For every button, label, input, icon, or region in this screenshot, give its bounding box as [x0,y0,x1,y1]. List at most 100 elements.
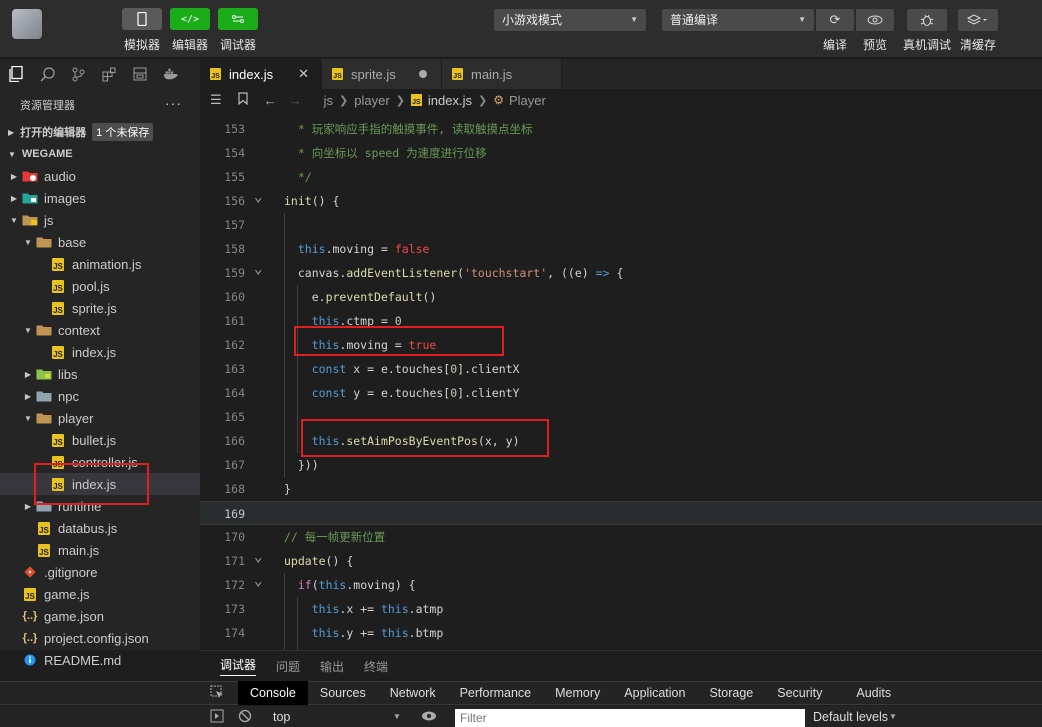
more-icon[interactable]: ··· [165,95,182,111]
tree-item[interactable]: ▼ context [0,319,200,341]
code-line[interactable]: 163 const x = e.touches[0].clientX [200,357,1042,381]
tree-item[interactable]: ▼ js [0,209,200,231]
back-arrow-icon[interactable]: ← [264,93,277,108]
eye-icon[interactable] [421,710,437,725]
panel-tab-problems[interactable]: 问题 [276,658,300,675]
tree-item[interactable]: ▼ base [0,231,200,253]
devtools-tab-storage[interactable]: Storage [697,681,765,705]
devtools-tab-application[interactable]: Application [612,681,697,705]
tree-item[interactable]: JS databus.js [0,517,200,539]
code-line[interactable]: 156 ⌄ init() { [200,189,1042,213]
code-line[interactable]: 157 [200,213,1042,237]
tree-item[interactable]: {..} project.config.json [0,627,200,649]
tab-main-js[interactable]: JS main.js [442,59,562,89]
levels-select[interactable]: Default levels [813,710,888,724]
context-select[interactable]: top [273,710,290,724]
code-line[interactable]: 172 ⌄ if(this.moving) { [200,573,1042,597]
info-icon [22,653,38,667]
list-icon[interactable]: ☰ [210,92,222,108]
tree-item[interactable]: ▶ npc [0,385,200,407]
code-line[interactable]: 164 const y = e.touches[0].clientY [200,381,1042,405]
docker-icon[interactable] [163,66,179,82]
code-line[interactable]: 155 */ [200,165,1042,189]
code-line[interactable]: 174 this.y += this.btmp [200,621,1042,645]
tree-item[interactable]: ▶ libs [0,363,200,385]
devtools-tab-audits[interactable]: Audits [844,681,903,705]
panel-tab-terminal[interactable]: 终端 [364,658,388,675]
tree-item[interactable]: {..} game.json [0,605,200,627]
tree-item[interactable]: ▶ audio [0,165,200,187]
user-avatar[interactable] [12,9,42,39]
open-editors-section[interactable]: ▶ 打开的编辑器 1 个未保存 [0,121,200,143]
fold-chevron-icon[interactable]: ⌄ [254,569,262,593]
js-file-icon: JS [452,68,463,80]
remote-debug-button[interactable] [907,9,947,31]
devtools-tab-security[interactable]: Security [765,681,834,705]
source-control-icon[interactable] [70,66,86,82]
compile-select[interactable]: 普通编译 ▼ [662,9,814,31]
tree-item[interactable]: JS index.js [0,341,200,363]
breadcrumb-item-file[interactable]: index.js [428,93,472,108]
clear-console-icon[interactable] [238,709,252,726]
code-line[interactable]: 160 e.preventDefault() [200,285,1042,309]
inspect-icon[interactable] [210,685,224,702]
breadcrumb-item-symbol[interactable]: Player [509,93,546,108]
tree-item[interactable]: JS game.js [0,583,200,605]
tree-item-label: npc [58,388,79,404]
fold-chevron-icon[interactable]: ⌄ [254,185,262,209]
forward-arrow-icon[interactable]: → [289,93,302,108]
preview-button[interactable] [856,9,894,31]
code-line[interactable]: 158 this.moving = false [200,237,1042,261]
tab-sprite-js[interactable]: JS sprite.js [322,59,442,89]
sidebar-toggle-icon[interactable] [210,709,224,726]
devtools-tab-performance[interactable]: Performance [448,681,544,705]
storage-icon[interactable] [132,66,148,82]
devtools-tab-memory[interactable]: Memory [543,681,612,705]
simulator-button[interactable] [122,8,162,30]
code-line[interactable]: 159 ⌄ canvas.addEventListener('touchstart… [200,261,1042,285]
tree-item[interactable]: JS animation.js [0,253,200,275]
close-icon[interactable]: ✕ [298,66,309,82]
tree-item[interactable]: README.md [0,649,200,671]
compile-button[interactable]: ⟳ [816,9,854,31]
code-line[interactable]: 154 * 向坐标以 speed 为速度进行位移 [200,141,1042,165]
panel-tab-output[interactable]: 输出 [320,658,344,675]
fold-chevron-icon[interactable]: ⌄ [254,545,262,569]
code-line[interactable]: 169 [200,501,1042,525]
tab-index-js[interactable]: JS index.js ✕ [200,59,322,89]
code-line[interactable]: 153 * 玩家响应手指的触摸事件, 读取触摸点坐标 [200,117,1042,141]
tree-item[interactable]: JS main.js [0,539,200,561]
bookmark-icon[interactable] [238,92,248,108]
project-section[interactable]: ▼ WEGAME [0,143,200,165]
folder-icon [36,389,52,403]
line-number: 163 [224,362,245,376]
devtools-tab-console[interactable]: Console [238,681,308,705]
panel-tab-debugger[interactable]: 调试器 [220,656,257,676]
js-file-icon: JS [52,279,64,293]
breadcrumb-item-js[interactable]: js [324,93,333,108]
chevron-down-icon: ▼ [630,15,638,24]
devtools-tab-network[interactable]: Network [378,681,448,705]
search-icon[interactable] [39,66,55,82]
breadcrumb-item-player[interactable]: player [354,93,389,108]
tree-item[interactable]: JS pool.js [0,275,200,297]
tree-item[interactable]: .gitignore [0,561,200,583]
code-line[interactable]: 168} [200,477,1042,501]
explorer-icon[interactable] [8,66,24,82]
editor-button[interactable]: </> [170,8,210,30]
code-line[interactable]: 171 ⌄ update() { [200,549,1042,573]
clear-cache-button[interactable] [958,9,998,31]
tree-item[interactable]: ▼ player [0,407,200,429]
tree-item[interactable]: JS bullet.js [0,429,200,451]
tree-item[interactable]: ▶ images [0,187,200,209]
tree-item[interactable]: JS sprite.js [0,297,200,319]
code-line[interactable]: 170 // 每一帧更新位置 [200,525,1042,549]
debugger-button[interactable] [218,8,258,30]
fold-chevron-icon[interactable]: ⌄ [254,257,262,281]
devtools-tab-sources[interactable]: Sources [308,681,378,705]
filter-input[interactable] [455,709,805,727]
extensions-icon[interactable] [101,66,117,82]
mode-select[interactable]: 小游戏模式 ▼ [494,9,646,31]
code-line[interactable]: 173 this.x += this.atmp [200,597,1042,621]
code-editor[interactable]: 153 * 玩家响应手指的触摸事件, 读取触摸点坐标 154 * 向坐标以 spe… [200,117,1042,650]
